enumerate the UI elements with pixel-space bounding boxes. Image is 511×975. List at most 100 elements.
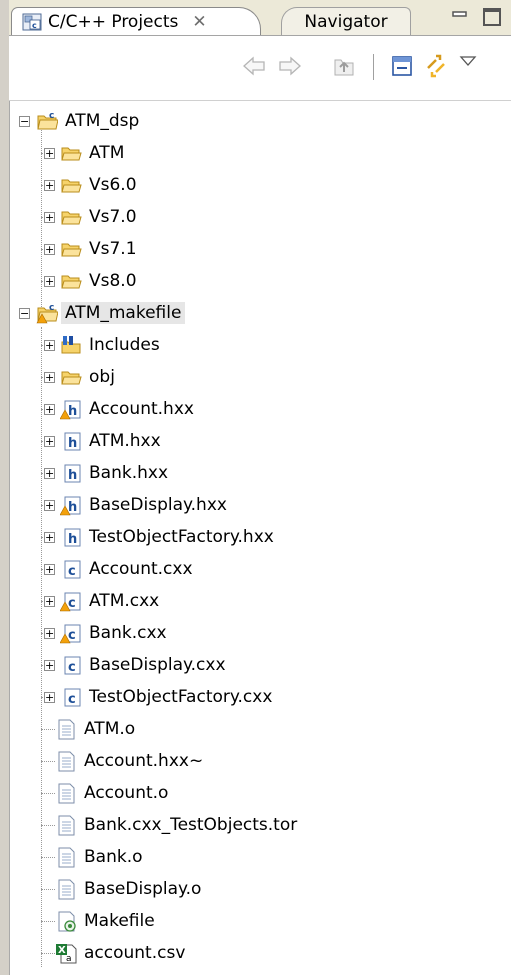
folder-icon — [61, 211, 82, 225]
tree-item-folder[interactable]: + Vs7.0 — [41, 201, 137, 233]
expand-toggle-icon[interactable]: + — [44, 659, 55, 671]
tree-item-makefile[interactable]: Makefile — [41, 905, 155, 937]
arrow-left-icon — [243, 56, 265, 76]
folder-icon — [61, 243, 82, 257]
tree-item-label: ATM.hxx — [89, 431, 161, 451]
expand-toggle-icon[interactable]: + — [44, 243, 55, 255]
minimize-icon[interactable] — [451, 8, 469, 26]
svg-text:h: h — [68, 532, 77, 547]
tree-item-file[interactable]: Account.hxx~ — [41, 745, 204, 777]
tree-item-label: Vs7.1 — [89, 239, 137, 259]
project-tree[interactable]: − c ATM_dsp + ATM + Vs6.0 + Vs7.0 + Vs7.… — [9, 101, 511, 975]
expand-toggle-icon[interactable]: + — [44, 595, 55, 607]
expand-toggle-icon[interactable]: + — [44, 275, 55, 287]
up-button[interactable] — [331, 53, 357, 79]
tree-item-label: Vs6.0 — [89, 175, 137, 195]
tree-item-label: BaseDisplay.hxx — [89, 495, 227, 515]
tree-guide-line — [41, 327, 42, 967]
tree-item-header-file[interactable]: + h Account.hxx — [41, 393, 194, 425]
tree-item-label: Makefile — [84, 911, 155, 931]
svg-text:X: X — [58, 945, 66, 956]
tree-item-header-file[interactable]: + h Bank.hxx — [41, 457, 168, 489]
tree-item-folder[interactable]: + Vs8.0 — [41, 265, 137, 297]
tree-item-label: Account.hxx~ — [84, 751, 204, 771]
tree-item-source-file[interactable]: + c TestObjectFactory.cxx — [41, 681, 272, 713]
tree-item-file[interactable]: Bank.cxx_TestObjects.tor — [41, 809, 297, 841]
tree-item-source-file[interactable]: + c Account.cxx — [41, 553, 193, 585]
tree-item-file[interactable]: ATM.o — [41, 713, 135, 745]
tree-item-header-file[interactable]: + h ATM.hxx — [41, 425, 161, 457]
tree-item-label: Bank.o — [84, 847, 143, 867]
collapse-all-button[interactable] — [389, 53, 415, 79]
link-with-editor-button[interactable] — [423, 53, 449, 79]
text-file-icon — [58, 719, 75, 740]
tree-item-folder[interactable]: + obj — [41, 361, 115, 393]
tab-cpp-projects[interactable]: c C/C++ Projects ✕ — [11, 7, 261, 35]
tree-item-file[interactable]: Account.o — [41, 777, 169, 809]
folder-icon — [61, 179, 82, 193]
tree-item-project-atm-dsp[interactable]: − c ATM_dsp — [19, 105, 139, 137]
tree-item-folder[interactable]: + Vs7.1 — [41, 233, 137, 265]
source-file-icon: c — [64, 688, 81, 707]
tree-item-folder[interactable]: + ATM — [41, 137, 124, 169]
toolbar-separator — [373, 54, 374, 80]
expand-toggle-icon[interactable]: + — [44, 627, 55, 639]
expand-toggle-icon[interactable]: + — [44, 211, 55, 223]
tree-item-label: Account.hxx — [89, 399, 194, 419]
view-menu-icon — [459, 56, 477, 66]
expand-toggle-icon[interactable]: + — [44, 435, 55, 447]
expand-toggle-icon[interactable]: + — [44, 499, 55, 511]
expand-toggle-icon[interactable]: + — [44, 467, 55, 479]
cpp-projects-icon: c — [22, 13, 42, 30]
tree-item-file[interactable]: BaseDisplay.o — [41, 873, 201, 905]
svg-text:c: c — [49, 111, 54, 121]
arrow-right-icon — [279, 56, 301, 76]
expand-toggle-icon[interactable]: + — [44, 691, 55, 703]
tree-item-label: ATM_makefile — [61, 302, 186, 324]
svg-text:h: h — [68, 436, 77, 451]
collapse-toggle-icon[interactable]: − — [19, 115, 30, 127]
tree-item-header-file[interactable]: + h TestObjectFactory.hxx — [41, 521, 274, 553]
tab-cpp-projects-label: C/C++ Projects — [48, 11, 179, 32]
expand-toggle-icon[interactable]: + — [44, 403, 55, 415]
tree-item-label: Includes — [89, 335, 160, 355]
collapse-toggle-icon[interactable]: − — [19, 307, 30, 319]
maximize-icon[interactable] — [483, 8, 501, 26]
close-icon[interactable]: ✕ — [192, 12, 206, 32]
tree-item-label: Account.o — [84, 783, 169, 803]
tree-item-folder[interactable]: + Vs6.0 — [41, 169, 137, 201]
forward-button[interactable] — [277, 53, 303, 79]
includes-icon — [61, 336, 81, 354]
text-file-icon — [58, 879, 75, 900]
tree-item-source-file[interactable]: + c ATM.cxx — [41, 585, 159, 617]
expand-toggle-icon[interactable]: + — [44, 531, 55, 543]
svg-text:h: h — [68, 468, 77, 483]
tree-item-header-file[interactable]: + h BaseDisplay.hxx — [41, 489, 227, 521]
text-file-icon — [58, 751, 75, 772]
go-up-icon — [334, 59, 354, 76]
project-folder-icon: c — [37, 111, 58, 130]
header-file-warning-icon: h — [60, 400, 81, 420]
tree-item-includes[interactable]: + Includes — [41, 329, 160, 361]
tree-item-project-atm-makefile[interactable]: − c ATM_makefile — [19, 297, 186, 329]
link-with-editor-icon — [427, 54, 445, 78]
expand-toggle-icon[interactable]: + — [44, 179, 55, 191]
tree-item-label: BaseDisplay.cxx — [89, 655, 226, 675]
tree-item-source-file[interactable]: + c Bank.cxx — [41, 617, 167, 649]
svg-text:c: c — [68, 596, 76, 611]
source-file-warning-icon: c — [60, 624, 81, 644]
back-button[interactable] — [241, 53, 267, 79]
tab-navigator[interactable]: Navigator — [281, 7, 411, 35]
svg-text:c: c — [68, 564, 76, 579]
folder-icon — [61, 275, 82, 289]
tree-item-source-file[interactable]: + c BaseDisplay.cxx — [41, 649, 226, 681]
expand-toggle-icon[interactable]: + — [44, 563, 55, 575]
tree-guide-line — [41, 127, 42, 313]
expand-toggle-icon[interactable]: + — [44, 147, 55, 159]
expand-toggle-icon[interactable]: + — [44, 371, 55, 383]
tree-item-csv-file[interactable]: X a account.csv — [41, 937, 185, 969]
view-menu-button[interactable] — [455, 48, 481, 74]
tab-navigator-label: Navigator — [304, 11, 388, 32]
expand-toggle-icon[interactable]: + — [44, 339, 55, 351]
tree-item-file[interactable]: Bank.o — [41, 841, 143, 873]
